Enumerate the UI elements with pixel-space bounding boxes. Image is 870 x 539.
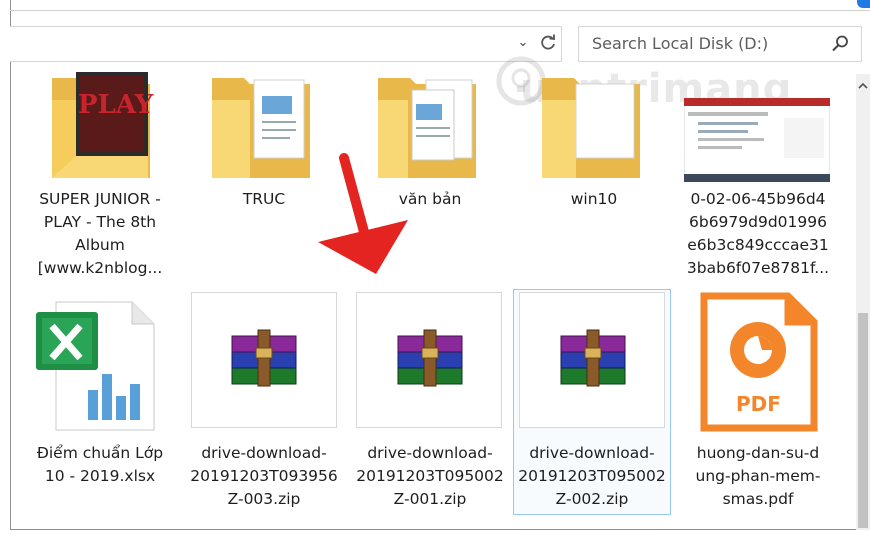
scroll-up-arrow-icon[interactable]: [858, 80, 868, 92]
search-input[interactable]: Search Local Disk (D:): [592, 34, 768, 53]
scrollbar-thumb[interactable]: [858, 313, 868, 528]
image-thumbnail-icon: [684, 98, 830, 182]
red-arrow-annotation-icon: [318, 153, 408, 274]
refresh-icon[interactable]: [538, 33, 558, 53]
pdf-icon-label: PDF: [736, 392, 781, 416]
winrar-archive-icon: [560, 329, 626, 387]
address-bar[interactable]: [10, 26, 562, 62]
folder-icon: [542, 78, 640, 178]
file-tile-pdf[interactable]: PDF huong-dan-su-d ung-phan-mem- smas.pd…: [678, 292, 838, 512]
file-name: 0-02-06-45b96d4 6b6979d9d01996 e6b3c849c…: [686, 190, 830, 277]
album-art-title: PLAY: [78, 90, 154, 120]
winrar-archive-icon: [397, 329, 463, 387]
winrar-archive-icon: [231, 329, 297, 387]
title-bar-divider: [10, 10, 870, 11]
file-tile-excel[interactable]: Điểm chuẩn Lớp 10 - 2019.xlsx: [20, 292, 180, 512]
window-control-edge[interactable]: [857, 0, 870, 8]
file-name: drive-download- 20191203T095002 Z-002.zi…: [518, 444, 666, 508]
file-tile-win10[interactable]: win10: [514, 70, 674, 280]
folder-icon: [212, 78, 310, 178]
file-tile-zip-001[interactable]: drive-download- 20191203T095002 Z-001.zi…: [350, 292, 510, 512]
folder-icon: [52, 72, 150, 178]
file-name: Điểm chuẩn Lớp 10 - 2019.xlsx: [36, 444, 164, 485]
file-tile-super-junior[interactable]: PLAY SUPER JUNIOR - PLAY - The 8th Album…: [20, 70, 180, 280]
file-name: huong-dan-su-d ung-phan-mem- smas.pdf: [695, 444, 821, 508]
file-name: win10: [570, 190, 618, 208]
excel-file-icon: [36, 301, 155, 431]
file-tile-image-0-02-06[interactable]: 0-02-06-45b96d4 6b6979d9d01996 e6b3c849c…: [678, 70, 838, 280]
address-history-chevron-icon[interactable]: ⌄: [515, 34, 531, 52]
search-icon[interactable]: [830, 34, 850, 54]
file-name: SUPER JUNIOR - PLAY - The 8th Album [www…: [37, 190, 163, 277]
file-name: drive-download- 20191203T095002 Z-001.zi…: [356, 444, 504, 508]
file-tile-zip-003[interactable]: drive-download- 20191203T093956 Z-003.zi…: [184, 292, 344, 512]
file-name: drive-download- 20191203T093956 Z-003.zi…: [190, 444, 338, 508]
file-tile-zip-002[interactable]: drive-download- 20191203T095002 Z-002.zi…: [512, 292, 672, 512]
